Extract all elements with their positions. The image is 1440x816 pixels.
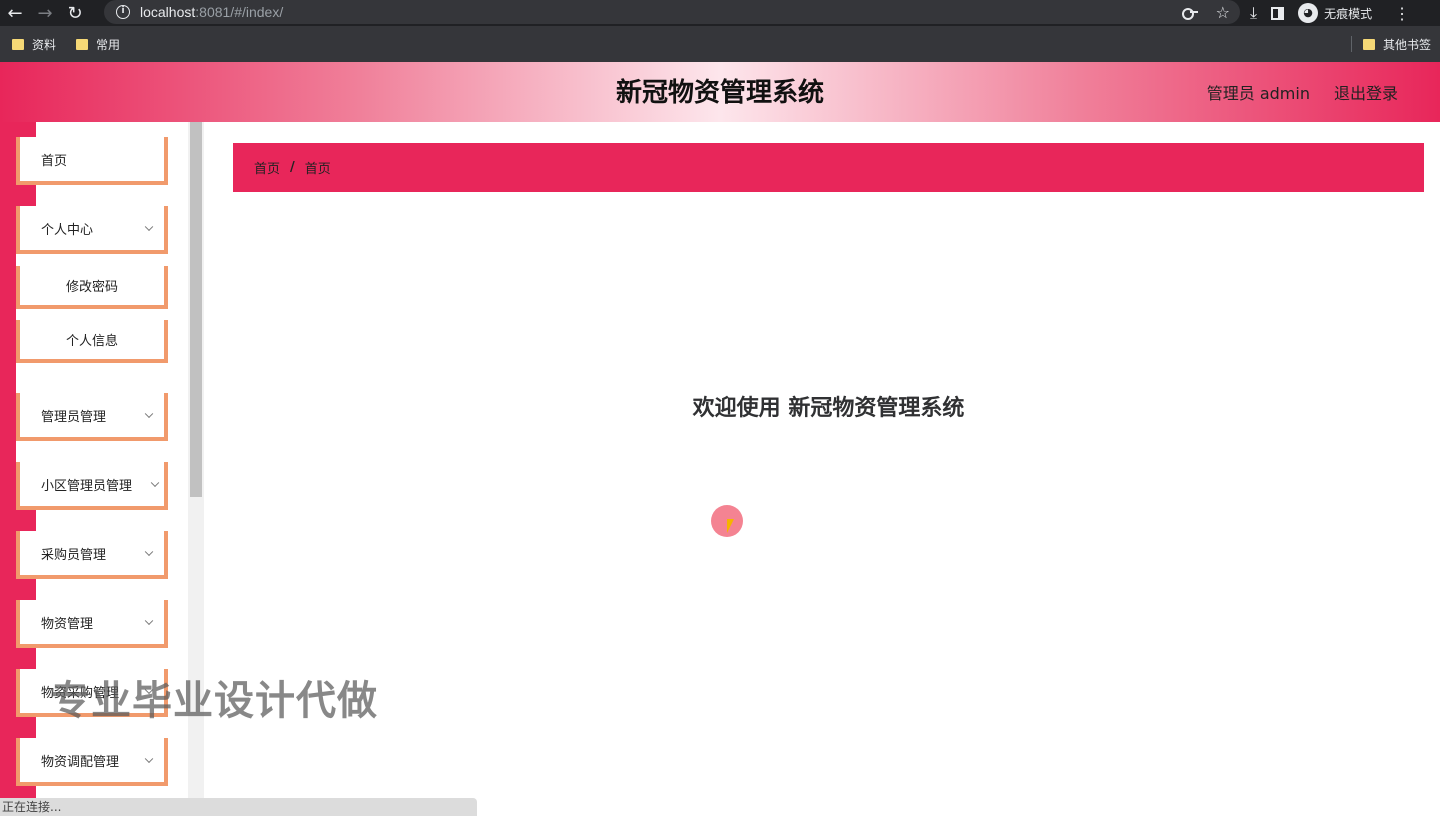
- url-text[interactable]: localhost:8081/#/index/: [140, 4, 283, 20]
- bookmark-separator: [1351, 36, 1352, 52]
- logout-button[interactable]: 退出登录: [1334, 80, 1398, 104]
- sidebar-item-purchaser-management[interactable]: 采购员管理: [16, 531, 168, 579]
- bookmark-folder[interactable]: 资料: [12, 26, 56, 62]
- chevron-down-icon: [144, 754, 154, 764]
- sidebar-item-label: 修改密码: [65, 280, 118, 295]
- download-icon[interactable]: ⤓: [1250, 3, 1257, 23]
- bookmark-label: 常用: [96, 37, 121, 52]
- bookmarks-bar: 资料 常用 其他书签: [0, 26, 1440, 62]
- folder-icon: [12, 38, 24, 50]
- sidebar-item-label: 首页: [41, 153, 68, 169]
- side-panel-icon[interactable]: [1271, 6, 1285, 20]
- browser-toolbar: ← → ↻ i localhost:8081/#/index/ ☆ ⤓ ◕ 无痕…: [0, 0, 1440, 26]
- url-host: localhost: [140, 4, 196, 20]
- incognito-icon: ◕: [1298, 3, 1319, 23]
- incognito-indicator[interactable]: ◕ 无痕模式: [1298, 3, 1372, 23]
- current-user: 管理员 admin: [1206, 84, 1310, 103]
- sidebar-item-supplies-allocation-management[interactable]: 物资调配管理: [16, 738, 168, 786]
- chevron-down-icon: [144, 547, 154, 557]
- watermark-text: 专业毕业设计代做: [50, 678, 378, 724]
- bookmark-label: 资料: [32, 37, 57, 52]
- mouse-pointer-icon: [727, 519, 734, 533]
- sidebar-item-personal-center[interactable]: 个人中心: [16, 206, 168, 254]
- folder-icon: [1363, 38, 1375, 50]
- welcome-message: 欢迎使用 新冠物资管理系统: [692, 396, 965, 421]
- sidebar-item-label: 管理员管理: [41, 409, 107, 425]
- sidebar-item-label: 个人中心: [41, 222, 94, 238]
- more-menu-icon[interactable]: ⋮: [1394, 4, 1410, 23]
- chevron-down-icon: [144, 409, 154, 419]
- key-icon[interactable]: [1181, 8, 1198, 20]
- url-path: :8081/#/index/: [195, 4, 284, 20]
- breadcrumb-separator: /: [290, 160, 295, 175]
- address-bar[interactable]: i localhost:8081/#/index/ ☆: [104, 0, 1240, 24]
- star-icon[interactable]: ☆: [1216, 3, 1230, 22]
- sidebar-subitem-personal-info[interactable]: 个人信息: [16, 320, 168, 363]
- folder-icon: [76, 38, 88, 50]
- sidebar-item-home[interactable]: 首页: [16, 137, 168, 185]
- sidebar-scrollbar-thumb[interactable]: [190, 122, 202, 497]
- other-bookmarks-label: 其他书签: [1383, 37, 1432, 52]
- breadcrumb: 首页 / 首页: [233, 143, 1424, 192]
- bookmark-folder[interactable]: 常用: [76, 26, 120, 62]
- sidebar-item-label: 采购员管理: [41, 547, 107, 563]
- chevron-down-icon: [144, 616, 154, 626]
- back-arrow-icon[interactable]: ←: [0, 0, 30, 26]
- sidebar-item-label: 物资调配管理: [41, 754, 120, 770]
- sidebar-subitem-change-password[interactable]: 修改密码: [16, 266, 168, 309]
- incognito-label: 无痕模式: [1324, 6, 1373, 21]
- chevron-down-icon: [144, 222, 154, 232]
- sidebar-item-community-admin-management[interactable]: 小区管理员管理: [16, 462, 168, 510]
- breadcrumb-item-current: 首页: [304, 162, 331, 177]
- info-icon[interactable]: i: [116, 5, 130, 19]
- forward-arrow-icon[interactable]: →: [30, 0, 60, 26]
- breadcrumb-item-home[interactable]: 首页: [254, 158, 280, 177]
- reload-icon[interactable]: ↻: [60, 0, 90, 26]
- chevron-down-icon: [150, 478, 160, 488]
- sidebar-item-label: 物资管理: [41, 616, 94, 632]
- sidebar-item-label: 小区管理员管理: [41, 478, 133, 494]
- other-bookmarks[interactable]: 其他书签: [1363, 26, 1431, 62]
- sidebar-item-admin-management[interactable]: 管理员管理: [16, 393, 168, 441]
- browser-status-bar: 正在连接...: [0, 798, 477, 816]
- sidebar-item-label: 个人信息: [65, 334, 118, 349]
- sidebar-item-supplies-management[interactable]: 物资管理: [16, 600, 168, 648]
- app-header: 新冠物资管理系统 管理员 admin 退出登录: [0, 62, 1440, 122]
